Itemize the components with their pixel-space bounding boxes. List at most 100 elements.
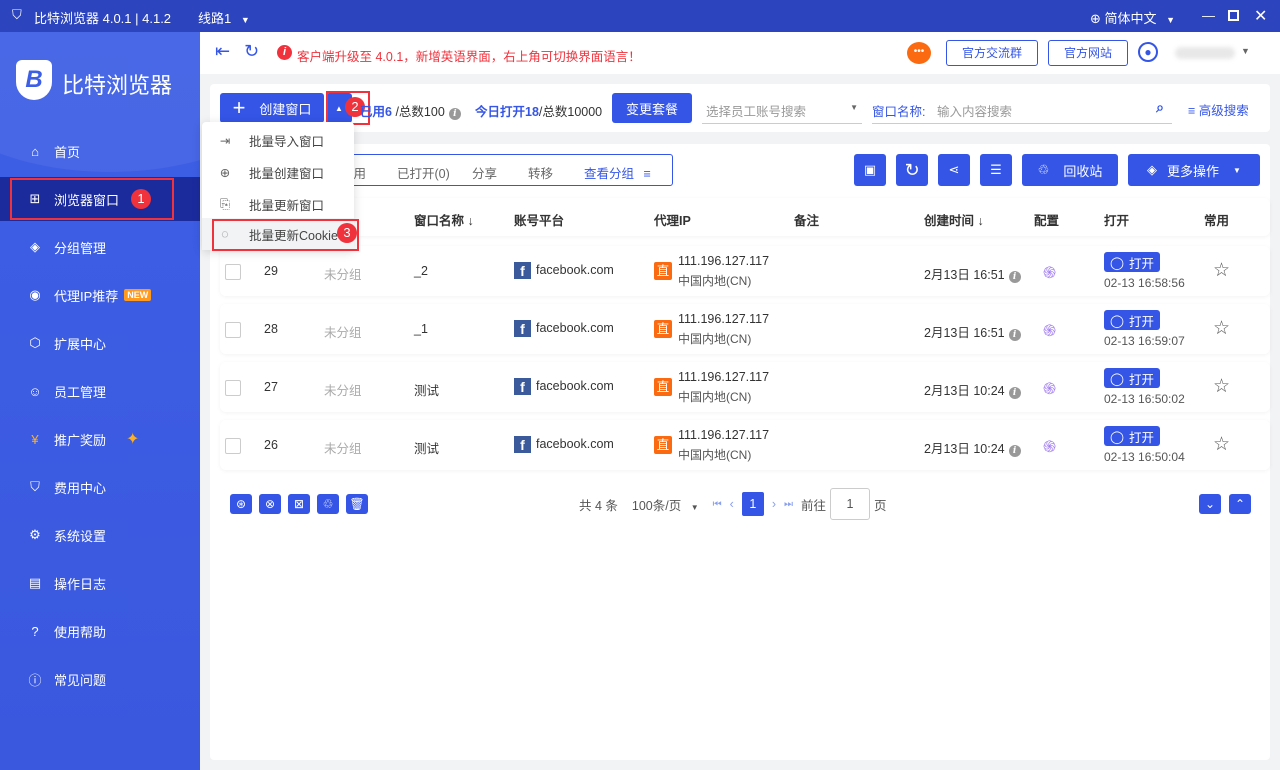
open-button[interactable]: ◯ 打开 (1104, 368, 1161, 388)
save-icon[interactable]: ▣ (854, 154, 886, 186)
star-icon[interactable]: ☆ (1213, 433, 1230, 456)
open-button[interactable]: ◯ 打开 (1104, 252, 1161, 272)
tab-label: 查看分组 (584, 167, 635, 181)
refresh-icon[interactable]: ↻ (244, 41, 259, 62)
row-group: 未分组 (324, 384, 362, 398)
staff-search-select[interactable]: 选择员工账号搜索 ▼ (702, 94, 862, 124)
sidebar-item-settings[interactable]: ⚙ 系统设置 (0, 513, 200, 557)
sidebar-item-home[interactable]: ⌂ 首页 (0, 129, 200, 173)
row-checkbox[interactable] (225, 380, 241, 396)
scroll-down-icon[interactable]: ⌄ (1199, 494, 1221, 514)
close-button[interactable]: ✕ (1254, 6, 1267, 26)
refresh-list-icon[interactable]: ↻ (896, 154, 928, 186)
open-button[interactable]: ◯ 打开 (1104, 426, 1161, 446)
chevron-down-icon[interactable]: ▼ (1241, 46, 1250, 56)
list-view-icon[interactable]: ☰ (980, 154, 1012, 186)
language-select[interactable]: ⊕ 简体中文 ▼ (1090, 8, 1175, 27)
gear-icon: ⚙ (29, 527, 41, 542)
minimize-button[interactable]: — (1202, 8, 1215, 23)
nav-label: 扩展中心 (54, 336, 107, 352)
tab-opened[interactable]: 已打开(0) (397, 163, 450, 182)
maximize-button[interactable] (1228, 10, 1239, 21)
create-window-button[interactable]: + 创建窗口 (220, 93, 324, 123)
row-checkbox[interactable] (225, 438, 241, 454)
goto-page-input[interactable]: 1 (830, 488, 871, 520)
menu-batch-import[interactable]: ⇥ 批量导入窗口 (202, 124, 354, 156)
batch-actions: ⊛ ⊗ ⊠ ♲ 🗑 (230, 494, 375, 514)
line-select[interactable]: 线路1 ▼ (198, 8, 250, 27)
last-page-icon[interactable]: ⏭ (784, 499, 793, 510)
star-icon[interactable]: ☆ (1213, 259, 1230, 282)
fingerprint-icon[interactable]: ֍ (1043, 435, 1056, 457)
row-ip: 111.196.127.117 (678, 254, 770, 268)
page-1[interactable]: 1 (741, 492, 764, 516)
change-plan-button[interactable]: 变更套餐 (612, 93, 692, 123)
menu-batch-create[interactable]: ⊕ 批量创建窗口 (202, 156, 354, 188)
sidebar-item-faq[interactable]: ⓘ 常见问题 (0, 657, 200, 701)
fingerprint-icon[interactable]: ֍ (1043, 377, 1056, 399)
total-count: 共 4 条 (579, 498, 618, 513)
column-created[interactable]: 创建时间 ↓ (924, 210, 984, 229)
window-name-search[interactable]: 窗口名称: 输入内容搜索 ⌕ (872, 94, 1172, 124)
table-row[interactable]: 26 未分组 测试 f facebook.com 直 111.196.127.11… (220, 420, 1270, 470)
tab-transfer[interactable]: 转移 (528, 163, 553, 182)
table-row[interactable]: 29 未分组 _2 f facebook.com 直 111.196.127.11… (220, 246, 1270, 296)
today-total: /总数10000 (538, 105, 603, 119)
avatar[interactable]: ● (1138, 42, 1158, 62)
batch-delete-icon[interactable]: 🗑 (346, 494, 368, 514)
row-region: 中国内地(CN) (678, 332, 752, 346)
yen-icon: ¥ (31, 431, 39, 447)
advanced-search-link[interactable]: ≡ 高级搜索 (1188, 100, 1249, 119)
nav-label: 代理IP推荐 (54, 288, 119, 304)
cube-icon: ⬡ (29, 335, 41, 350)
batch-close-icon[interactable]: ⊗ (259, 494, 281, 514)
row-created: 2月13日 16:51 i (924, 322, 1021, 341)
browser-icon: ◯ (1110, 429, 1124, 444)
total-count: /总数100 (395, 105, 445, 119)
row-checkbox[interactable] (225, 264, 241, 280)
open-label: 打开 (1129, 314, 1155, 329)
sidebar-item-logs[interactable]: ▤ 操作日志 (0, 561, 200, 605)
star-icon[interactable]: ☆ (1213, 375, 1230, 398)
sidebar-item-help[interactable]: ? 使用帮助 (0, 609, 200, 653)
search-icon[interactable]: ⌕ (1156, 99, 1164, 116)
search-label: 窗口名称: (872, 105, 926, 119)
created-label: 2月13日 10:24 (924, 384, 1005, 398)
table-row[interactable]: 27 未分组 测试 f facebook.com 直 111.196.127.11… (220, 362, 1270, 412)
next-page-icon[interactable]: › (772, 497, 776, 511)
website-button[interactable]: 官方网站 (1048, 40, 1128, 66)
more-actions-button[interactable]: ◈ 更多操作 ▼ (1128, 154, 1260, 186)
sidebar-item-extensions[interactable]: ⬡ 扩展中心 (0, 321, 200, 365)
collapse-menu-icon[interactable]: ⇤ (215, 41, 230, 62)
support-headset-icon[interactable]: ••• (907, 42, 931, 64)
menu-batch-update[interactable]: ⎘ 批量更新窗口 (202, 188, 354, 220)
table-row[interactable]: 28 未分组 _1 f facebook.com 直 111.196.127.11… (220, 304, 1270, 354)
batch-open-icon[interactable]: ⊛ (230, 494, 252, 514)
first-page-icon[interactable]: ⏮ (713, 499, 722, 510)
nav-label: 分组管理 (54, 240, 107, 256)
notice-icon: i (277, 45, 292, 60)
tab-view-groups[interactable]: 查看分组 ≡ (584, 163, 651, 182)
recycle-bin-button[interactable]: ♲ 回收站 (1022, 154, 1118, 186)
fingerprint-icon[interactable]: ֍ (1043, 261, 1056, 283)
fingerprint-icon[interactable]: ֍ (1043, 319, 1056, 341)
tab-shared[interactable]: 分享 (472, 163, 497, 182)
batch-recycle-icon[interactable]: ♲ (317, 494, 339, 514)
sidebar-item-billing[interactable]: ⛉ 费用中心 (0, 465, 200, 509)
globe-icon: ⊕ (1090, 11, 1101, 26)
prev-page-icon[interactable]: ‹ (730, 497, 734, 511)
star-icon[interactable]: ☆ (1213, 317, 1230, 340)
sidebar-item-proxy[interactable]: ◉ 代理IP推荐 NEW (0, 273, 200, 317)
import-icon: ⇥ (219, 133, 231, 148)
community-button[interactable]: 官方交流群 (946, 40, 1038, 66)
column-window-name[interactable]: 窗口名称 ↓ (414, 210, 474, 229)
sidebar-item-groups[interactable]: ◈ 分组管理 (0, 225, 200, 269)
page-size-select[interactable]: 100条/页 ▼ (632, 495, 699, 514)
open-button[interactable]: ◯ 打开 (1104, 310, 1161, 330)
sidebar-item-staff[interactable]: ☺ 员工管理 (0, 369, 200, 413)
share-icon[interactable]: ⋖ (938, 154, 970, 186)
batch-clear-icon[interactable]: ⊠ (288, 494, 310, 514)
row-checkbox[interactable] (225, 322, 241, 338)
sidebar-item-rewards[interactable]: ¥ 推广奖励 ✦ (0, 417, 200, 461)
scroll-up-icon[interactable]: ⌃ (1229, 494, 1251, 514)
